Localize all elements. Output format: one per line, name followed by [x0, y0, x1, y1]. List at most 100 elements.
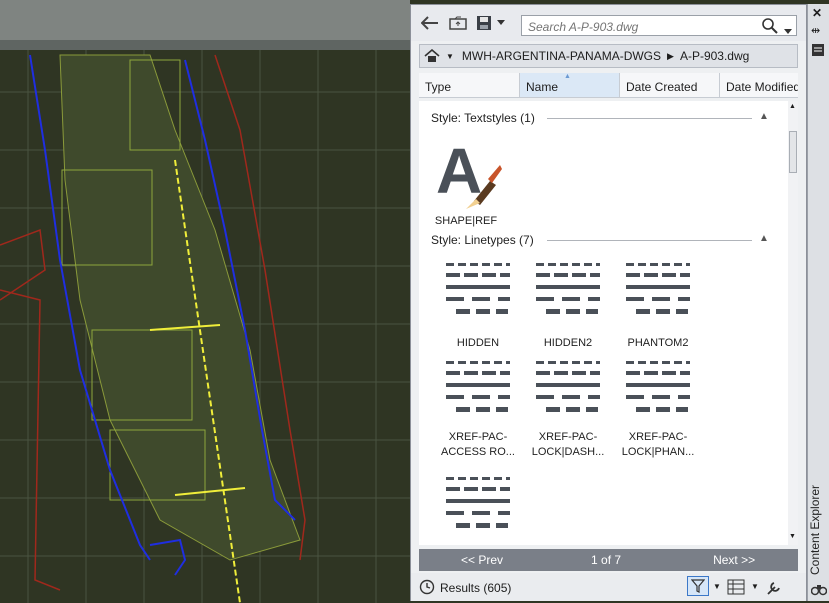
- linetype-dash: [546, 309, 560, 314]
- home-icon[interactable]: [424, 49, 440, 63]
- list-item-xref-pac-lock-dash[interactable]: XREF-PAC- LOCK|DASH...: [523, 357, 613, 460]
- list-item-hidden[interactable]: HIDDEN: [433, 259, 523, 351]
- linetype-dash: [662, 371, 676, 375]
- search-dropdown-icon[interactable]: [784, 24, 792, 38]
- filter-icon[interactable]: [687, 576, 709, 596]
- linetype-dash: [584, 263, 592, 266]
- linetype-dash: [626, 273, 640, 277]
- linetype-dash: [662, 263, 670, 266]
- list-item-phantom2[interactable]: PHANTOM2: [613, 259, 703, 351]
- settings-wrench-icon[interactable]: [765, 579, 783, 600]
- breadcrumb-dropdown-icon[interactable]: ▼: [446, 52, 454, 61]
- linetype-dash: [674, 361, 682, 364]
- linetype-dash: [494, 263, 502, 266]
- linetype-dash: [554, 371, 568, 375]
- linetype-dash: [678, 297, 690, 301]
- save-dropdown-icon[interactable]: [495, 13, 507, 33]
- list-item-linetype-7[interactable]: [433, 473, 523, 538]
- breadcrumb-item-folder[interactable]: MWH-ARGENTINA-PANAMA-DWGS: [462, 49, 661, 63]
- column-header-name-label: Name: [526, 80, 559, 94]
- close-icon[interactable]: ✕: [812, 6, 822, 20]
- search-icon[interactable]: [762, 18, 778, 37]
- vertical-scrollbar[interactable]: ▲ ▼: [788, 101, 798, 545]
- linetype-dash: [644, 371, 658, 375]
- autohide-icon[interactable]: ⇹: [811, 24, 820, 37]
- linetype-dash: [572, 361, 580, 364]
- linetype-dash: [446, 499, 510, 503]
- collapse-chevron-icon[interactable]: ▲: [759, 233, 769, 244]
- linetype-dash: [626, 395, 644, 399]
- column-header-row: Type Name ▲ Date Created Date Modified: [419, 73, 798, 98]
- back-arrow-icon[interactable]: [419, 13, 441, 33]
- folder-up-icon[interactable]: [447, 13, 469, 33]
- linetype-dash: [656, 309, 670, 314]
- linetype-dash: [586, 407, 598, 412]
- column-header-type[interactable]: Type: [419, 73, 520, 97]
- linetype-dash: [652, 297, 670, 301]
- column-header-date-created[interactable]: Date Created: [620, 73, 720, 97]
- properties-menu-icon[interactable]: [812, 44, 824, 59]
- column-header-date-modified[interactable]: Date Modified: [720, 73, 798, 97]
- linetype-dash: [472, 511, 490, 515]
- search-input[interactable]: [526, 18, 760, 35]
- prev-page-button[interactable]: << Prev: [461, 553, 503, 567]
- linetype-dash: [674, 263, 682, 266]
- view-options-icon[interactable]: [727, 579, 745, 598]
- linetype-dash: [506, 477, 510, 480]
- sort-ascending-icon: ▲: [564, 73, 571, 80]
- search-box[interactable]: [521, 15, 797, 36]
- linetype-dash: [470, 477, 478, 480]
- linetype-dash: [464, 273, 478, 277]
- collapse-chevron-icon[interactable]: ▲: [759, 111, 769, 122]
- linetype-dash: [446, 297, 464, 301]
- linetype-dash: [644, 273, 658, 277]
- linetype-dash: [554, 273, 568, 277]
- linetype-dash: [652, 395, 670, 399]
- breadcrumb-item-file[interactable]: A-P-903.dwg: [680, 49, 749, 63]
- column-header-name[interactable]: Name ▲: [520, 73, 620, 97]
- linetype-dash: [498, 297, 510, 301]
- linetype-dash: [548, 263, 556, 266]
- linetype-dash: [476, 407, 490, 412]
- binoculars-icon[interactable]: [810, 582, 828, 599]
- toolbar: [411, 5, 806, 41]
- linetype-dash: [446, 511, 464, 515]
- linetype-dash: [446, 477, 454, 480]
- section-title-linetypes: Style: Linetypes (7): [431, 233, 534, 247]
- linetype-dash: [626, 297, 644, 301]
- linetype-dash: [446, 383, 510, 387]
- linetype-dash: [650, 361, 658, 364]
- scroll-down-icon[interactable]: ▼: [789, 533, 796, 540]
- save-icon[interactable]: [473, 13, 495, 33]
- linetype-dash: [446, 371, 460, 375]
- linetype-dash: [458, 477, 466, 480]
- linetype-dash: [464, 371, 478, 375]
- filter-dropdown-icon[interactable]: ▼: [713, 582, 721, 591]
- list-item-hidden2[interactable]: HIDDEN2: [523, 259, 613, 351]
- linetype-dash: [500, 273, 510, 277]
- linetype-dash: [482, 273, 496, 277]
- linetype-dash: [638, 361, 646, 364]
- linetype-dash: [562, 395, 580, 399]
- linetype-dash: [482, 477, 490, 480]
- linetype-dash: [456, 407, 470, 412]
- linetype-dash: [680, 273, 690, 277]
- linetype-dash: [506, 361, 510, 364]
- side-tab-title[interactable]: Content Explorer: [808, 482, 829, 578]
- linetype-dash: [536, 263, 544, 266]
- scroll-up-icon[interactable]: ▲: [789, 103, 796, 110]
- section-title-textstyles: Style: Textstyles (1): [431, 111, 535, 125]
- item-label: HIDDEN: [456, 337, 500, 349]
- list-item-xref-pac-lock-phan[interactable]: XREF-PAC- LOCK|PHAN...: [613, 357, 703, 460]
- list-item-shape-ref[interactable]: A SHAPE|REF: [421, 135, 511, 229]
- view-dropdown-icon[interactable]: ▼: [751, 582, 759, 591]
- linetype-dash: [536, 285, 600, 289]
- linetype-dash: [482, 263, 490, 266]
- scrollbar-thumb[interactable]: [789, 131, 797, 173]
- svg-text:A: A: [436, 135, 482, 207]
- next-page-button[interactable]: Next >>: [713, 553, 755, 567]
- content-explorer-panel: ▼ MWH-ARGENTINA-PANAMA-DWGS ▶ A-P-903.dw…: [410, 4, 807, 601]
- list-item-xref-pac-access[interactable]: XREF-PAC- ACCESS RO...: [433, 357, 523, 460]
- linetype-dash: [636, 407, 650, 412]
- linetype-dash: [596, 263, 600, 266]
